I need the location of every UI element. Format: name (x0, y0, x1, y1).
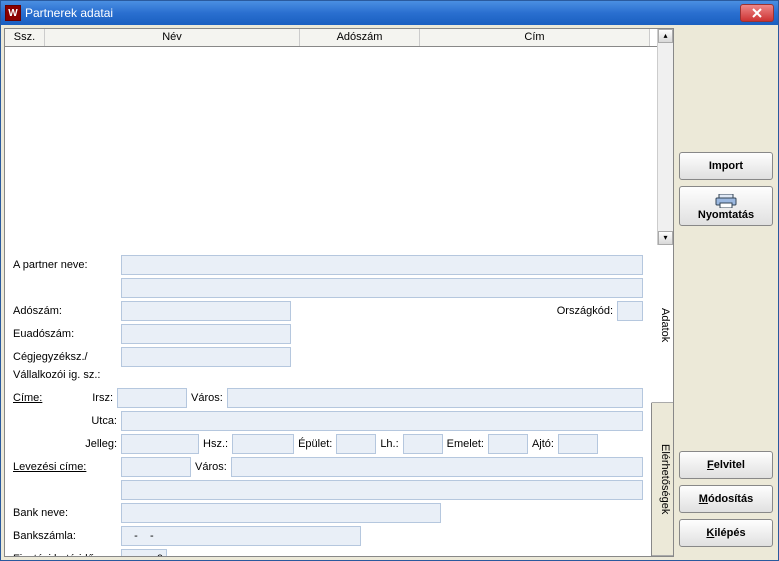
grid-scrollbar[interactable]: ▴ ▾ (657, 29, 673, 245)
close-icon (751, 8, 763, 18)
addr-type-field[interactable] (121, 434, 199, 454)
label-company-reg: Cégjegyzéksz./ (13, 352, 121, 363)
label-street: Utca: (13, 415, 121, 427)
label-partner-name: A partner neve: (13, 259, 121, 271)
label-city: Város: (187, 392, 227, 404)
grid-header: Ssz. Név Adószám Cím (5, 29, 657, 47)
label-payment-deadline: Fizetési határidő: (13, 553, 121, 556)
label-door: Ajtó: (528, 438, 558, 450)
addr-door-field[interactable] (558, 434, 598, 454)
add-button[interactable]: FFelvitelelvitel (679, 451, 773, 479)
label-house: Hsz.: (199, 438, 232, 450)
form-body: A partner neve: Adószám: Országkód: (5, 249, 651, 556)
label-floor: Emelet: (443, 438, 488, 450)
print-button-label: Nyomtatás (698, 209, 754, 221)
label-country-code: Országkód: (553, 305, 617, 317)
company-reg-field[interactable] (121, 347, 291, 367)
mail-rest-field[interactable] (121, 480, 643, 500)
eu-tax-field[interactable] (121, 324, 291, 344)
printer-icon (715, 194, 737, 208)
col-nev[interactable]: Név (45, 29, 300, 46)
tax-number-field[interactable] (121, 301, 291, 321)
window: W Partnerek adatai Ssz. Név Adószám Cím … (0, 0, 779, 561)
scroll-down-icon[interactable]: ▾ (658, 231, 673, 245)
addr-street-field[interactable] (121, 411, 643, 431)
right-panel: Import Nyomtatás FFelvitelelvitel Módosí… (677, 28, 775, 557)
modify-button[interactable]: Módosítás (679, 485, 773, 513)
import-button[interactable]: Import (679, 152, 773, 180)
addr-zip-field[interactable] (117, 388, 187, 408)
addr-city-field[interactable] (227, 388, 643, 408)
close-button[interactable] (740, 4, 774, 22)
label-stair: Lh.: (376, 438, 402, 450)
mail-zip-field[interactable] (121, 457, 191, 477)
scroll-track[interactable] (658, 43, 673, 231)
titlebar: W Partnerek adatai (1, 1, 778, 25)
col-ado[interactable]: Adószám (300, 29, 420, 46)
label-address: Címe: (13, 392, 61, 404)
grid-body[interactable]: Ssz. Név Adószám Cím (5, 29, 657, 245)
partner-name-field[interactable] (121, 255, 643, 275)
app-icon: W (5, 5, 21, 21)
label-building: Épület: (294, 438, 336, 450)
payment-deadline-field[interactable] (121, 549, 167, 556)
exit-button[interactable]: Kilépés (679, 519, 773, 547)
tab-data[interactable]: Adatok (651, 249, 673, 403)
bank-account-field[interactable] (121, 526, 361, 546)
scroll-up-icon[interactable]: ▴ (658, 29, 673, 43)
vertical-tabs: Adatok Elérhetőségek (651, 249, 673, 556)
window-title: Partnerek adatai (25, 6, 740, 20)
form-pane: A partner neve: Adószám: Országkód: (5, 249, 673, 556)
label-mail-city: Város: (191, 461, 231, 473)
main-area: Ssz. Név Adószám Cím ▴ ▾ A partner neve: (4, 28, 674, 557)
bank-name-field[interactable] (121, 503, 441, 523)
client-area: Ssz. Név Adószám Cím ▴ ▾ A partner neve: (1, 25, 778, 560)
label-bank-name: Bank neve: (13, 507, 121, 519)
addr-house-field[interactable] (232, 434, 294, 454)
label-bank-account: Bankszámla: (13, 530, 121, 542)
col-cim[interactable]: Cím (420, 29, 650, 46)
addr-floor-field[interactable] (488, 434, 528, 454)
partner-name2-field[interactable] (121, 278, 643, 298)
label-mailing: Levezési címe: (13, 461, 121, 473)
label-tax-number: Adószám: (13, 305, 121, 317)
addr-building-field[interactable] (336, 434, 376, 454)
addr-stair-field[interactable] (403, 434, 443, 454)
mail-city-field[interactable] (231, 457, 643, 477)
label-eu-tax: Euadószám: (13, 328, 121, 340)
label-type: Jelleg: (13, 438, 121, 450)
print-button[interactable]: Nyomtatás (679, 186, 773, 226)
label-zip: Irsz: (61, 392, 117, 404)
grid-pane: Ssz. Név Adószám Cím ▴ ▾ (5, 29, 673, 245)
col-ssz[interactable]: Ssz. (5, 29, 45, 46)
label-entrepreneur: Vállalkozói ig. sz.: (13, 370, 121, 381)
country-code-field[interactable] (617, 301, 643, 321)
tab-contacts[interactable]: Elérhetőségek (652, 403, 673, 557)
